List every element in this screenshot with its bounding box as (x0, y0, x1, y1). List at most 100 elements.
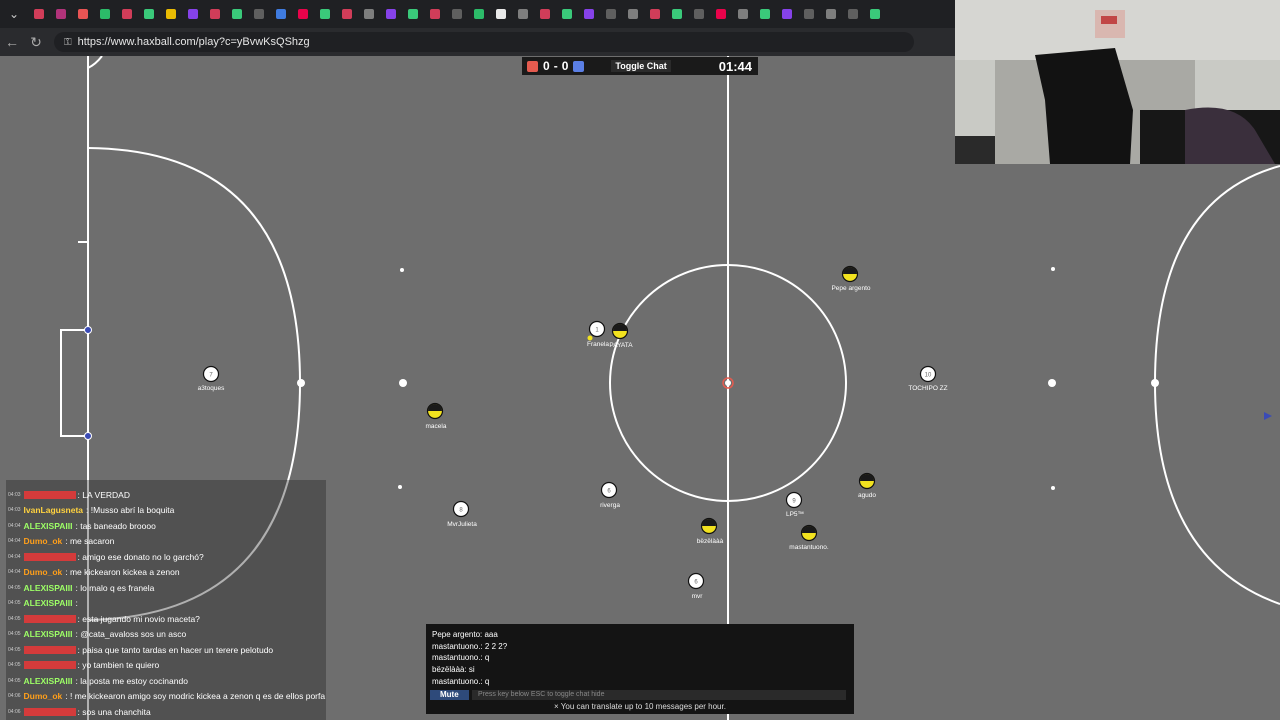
toggle-chat-button[interactable]: Toggle Chat (611, 60, 671, 72)
url-text: https://www.haxball.com/play?c=yBvwKsQSh… (77, 36, 310, 48)
chat-timestamp: 04:04 (8, 553, 21, 560)
browser-tab-favicon[interactable] (760, 9, 770, 19)
site-info-icon[interactable]: ⚿ (64, 37, 72, 48)
player-name: LP5™ (786, 511, 804, 518)
chat-username[interactable]: IvanLagusneta (24, 505, 84, 515)
chat-username[interactable]: ALEXISPAIII (24, 598, 73, 608)
blue-score: 0 (561, 59, 569, 73)
browser-tab-favicon[interactable] (56, 9, 66, 19)
player-disc: 6mvr (687, 572, 705, 600)
chat-message: 04:05 ALEXISPAIII: @cata_avaloss sos un a… (8, 627, 186, 642)
browser-tab-favicon[interactable] (144, 9, 154, 19)
ingame-chat-line: Pepe argento: aaa (432, 630, 498, 639)
chat-username[interactable]: ALEXISPAIII (24, 521, 73, 531)
chat-input[interactable]: Press key below ESC to toggle chat hide (472, 690, 846, 700)
chat-text: : yo tambien te quiero (77, 660, 160, 670)
mute-button[interactable]: Mute (430, 690, 469, 700)
browser-tab-favicon[interactable] (342, 9, 352, 19)
url-field[interactable]: ⚿ https://www.haxball.com/play?c=yBvwKsQ… (54, 32, 914, 52)
browser-tab-favicon[interactable] (34, 9, 44, 19)
chat-text: : @cata_avaloss sos un asco (75, 629, 187, 639)
chat-timestamp: 04:05 (8, 600, 21, 606)
browser-tab-favicon[interactable] (100, 9, 110, 19)
browser-tab-favicon[interactable] (430, 9, 440, 19)
browser-tab-favicon[interactable] (716, 9, 726, 19)
browser-tab-favicon[interactable] (364, 9, 374, 19)
player-number: 10 (925, 373, 932, 379)
player-name: macela (426, 423, 447, 430)
browser-tab-favicon[interactable] (694, 9, 704, 19)
browser-tab-favicon[interactable] (166, 9, 176, 19)
browser-tab-favicon[interactable] (584, 9, 594, 19)
browser-tab-favicon[interactable] (738, 9, 748, 19)
browser-tab-favicon[interactable] (122, 9, 132, 19)
browser-tab-favicon[interactable] (496, 9, 506, 19)
chat-username[interactable]: ALEXISPAIII (24, 629, 73, 639)
chat-timestamp: 04:03 (8, 491, 21, 498)
browser-tab-favicon[interactable] (474, 9, 484, 19)
browser-tab-favicon[interactable] (628, 9, 638, 19)
browser-tab-favicon[interactable] (320, 9, 330, 19)
chat-timestamp: 04:06 (8, 693, 21, 699)
chat-username[interactable]: Dumo_ok (24, 567, 63, 577)
ball (587, 335, 593, 341)
browser-tab-favicon[interactable] (782, 9, 792, 19)
browser-tab-favicon[interactable] (298, 9, 308, 19)
chat-text: : esta jugando mi novio maceta? (77, 613, 200, 624)
browser-tab-favicon[interactable] (232, 9, 242, 19)
tab-search-chevron-icon[interactable]: ⌄ (0, 0, 28, 28)
chat-username[interactable]: Dumo_ok (24, 691, 63, 701)
browser-tab-favicon[interactable] (826, 9, 836, 19)
chat-username[interactable]: ALEXISPAIII (24, 583, 73, 593)
player-name: PAYATA (609, 342, 633, 349)
browser-tab-favicon[interactable] (870, 9, 880, 19)
chat-timestamp: 04:06 (8, 708, 21, 715)
browser-tab-favicon[interactable] (848, 9, 858, 19)
browser-tab-favicon[interactable] (276, 9, 286, 19)
browser-tab-favicon[interactable] (518, 9, 528, 19)
chat-text: : ! me kickearon amigo soy modric kickea… (65, 691, 326, 701)
chat-timestamp: 04:04 (8, 538, 21, 544)
chat-username[interactable]: ALEXISPAIII (24, 676, 73, 686)
chat-text: : paisa que tanto tardas en hacer un ter… (77, 644, 274, 655)
browser-tab-favicon[interactable] (188, 9, 198, 19)
chat-username-redacted (23, 552, 76, 561)
chat-message: 04:04 Dumo_ok: me sacaron (8, 534, 114, 549)
browser-tab-favicon[interactable] (562, 9, 572, 19)
ingame-chat-line: mastantuono.: 2 2 2? (432, 641, 508, 651)
chat-text: : !Musso abrí la boquita (86, 505, 175, 515)
reload-icon[interactable]: ↻ (24, 34, 48, 51)
browser-tab-favicon[interactable] (254, 9, 264, 19)
chat-username-redacted (23, 661, 76, 669)
browser-tab-favicon[interactable] (606, 9, 616, 19)
webcam-overlay (955, 0, 1280, 164)
match-timer: 01:44 (718, 58, 752, 74)
browser-tab-favicon[interactable] (386, 9, 396, 19)
chat-text: : (75, 598, 78, 608)
chat-message: 04:03 IvanLagusneta: !Musso abrí la boqui… (8, 503, 174, 518)
chat-username[interactable]: Dumo_ok (24, 536, 63, 546)
chat-timestamp: 04:05 (8, 646, 21, 653)
chat-message: 04:06: sos una chanchita (8, 704, 151, 719)
chat-timestamp: 04:05 (8, 677, 21, 684)
browser-tab-favicon[interactable] (78, 9, 88, 19)
player-name: mvr (692, 593, 704, 600)
browser-tab-favicon[interactable] (452, 9, 462, 19)
browser-tab-favicon[interactable] (540, 9, 550, 19)
chat-message: 04:05 : esta jugando mi novio maceta? (8, 611, 200, 626)
chat-username-redacted (23, 645, 76, 654)
ingame-chat-line: mastantuono.: q (432, 676, 490, 686)
chat-timestamp: 04:05 (8, 615, 21, 622)
ingame-chat-line: bëzëlààà: si (432, 665, 475, 675)
tab-list (28, 9, 886, 19)
browser-tab-favicon[interactable] (804, 9, 814, 19)
chat-timestamp: 04:05 (8, 584, 21, 591)
browser-tab-favicon[interactable] (408, 9, 418, 19)
red-score: 0 (543, 59, 550, 73)
back-arrow-icon[interactable]: ← (0, 34, 24, 50)
browser-tab-favicon[interactable] (650, 9, 660, 19)
player-name: a3toques (198, 385, 225, 392)
browser-tab-favicon[interactable] (672, 9, 682, 19)
translate-notice: × You can translate up to 10 messages pe… (554, 702, 726, 711)
browser-tab-favicon[interactable] (210, 9, 220, 19)
